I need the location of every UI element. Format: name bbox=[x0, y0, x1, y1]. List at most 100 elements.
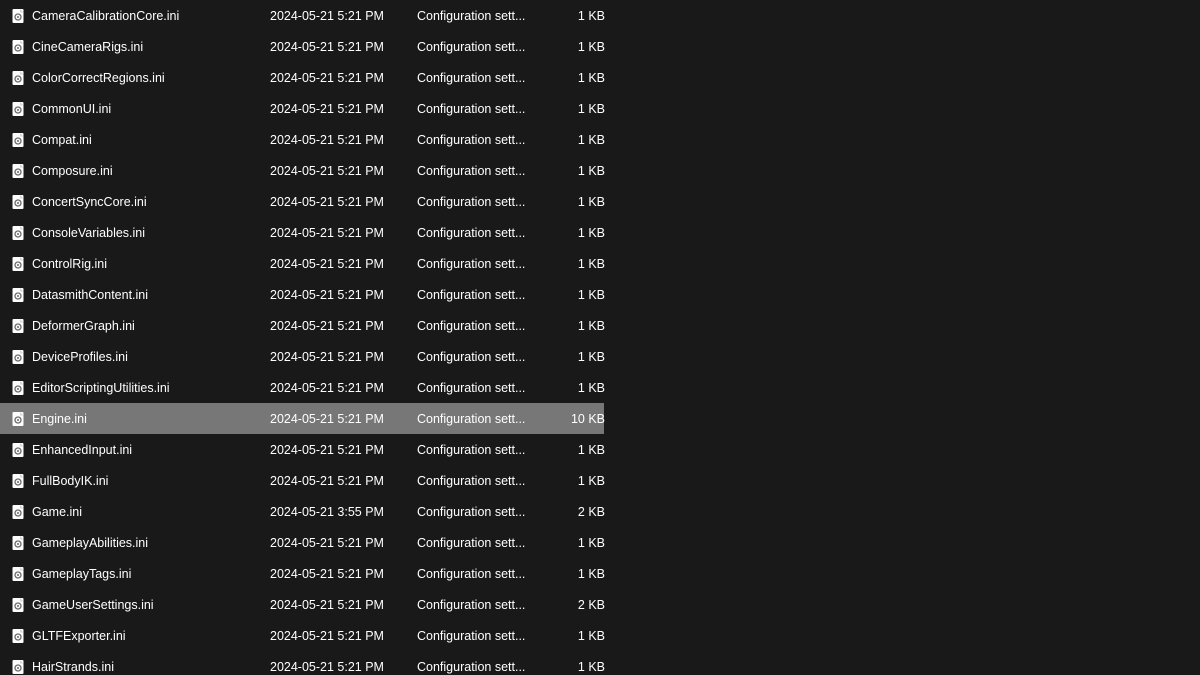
file-row[interactable]: ConcertSyncCore.ini2024-05-21 5:21 PMCon… bbox=[0, 186, 604, 217]
file-row[interactable]: Composure.ini2024-05-21 5:21 PMConfigura… bbox=[0, 155, 604, 186]
file-name: ColorCorrectRegions.ini bbox=[32, 71, 270, 85]
file-date-modified: 2024-05-21 5:21 PM bbox=[270, 319, 417, 333]
file-type: Configuration sett... bbox=[417, 226, 548, 240]
file-row[interactable]: EditorScriptingUtilities.ini2024-05-21 5… bbox=[0, 372, 604, 403]
file-row[interactable]: GameUserSettings.ini2024-05-21 5:21 PMCo… bbox=[0, 589, 604, 620]
file-size: 1 KB bbox=[548, 9, 609, 23]
ini-file-icon bbox=[10, 256, 26, 272]
file-size: 2 KB bbox=[548, 598, 609, 612]
file-name: ConsoleVariables.ini bbox=[32, 226, 270, 240]
file-name: CineCameraRigs.ini bbox=[32, 40, 270, 54]
file-type: Configuration sett... bbox=[417, 660, 548, 674]
file-name: EditorScriptingUtilities.ini bbox=[32, 381, 270, 395]
file-row[interactable]: CineCameraRigs.ini2024-05-21 5:21 PMConf… bbox=[0, 31, 604, 62]
file-type: Configuration sett... bbox=[417, 133, 548, 147]
file-row[interactable]: ControlRig.ini2024-05-21 5:21 PMConfigur… bbox=[0, 248, 604, 279]
file-size: 1 KB bbox=[548, 567, 609, 581]
file-date-modified: 2024-05-21 5:21 PM bbox=[270, 381, 417, 395]
file-name: CommonUI.ini bbox=[32, 102, 270, 116]
file-date-modified: 2024-05-21 5:21 PM bbox=[270, 412, 417, 426]
file-row[interactable]: Engine.ini2024-05-21 5:21 PMConfiguratio… bbox=[0, 403, 604, 434]
ini-file-icon bbox=[10, 380, 26, 396]
file-row[interactable]: Compat.ini2024-05-21 5:21 PMConfiguratio… bbox=[0, 124, 604, 155]
file-type: Configuration sett... bbox=[417, 567, 548, 581]
file-size: 1 KB bbox=[548, 350, 609, 364]
file-type: Configuration sett... bbox=[417, 288, 548, 302]
file-type: Configuration sett... bbox=[417, 629, 548, 643]
file-name: EnhancedInput.ini bbox=[32, 443, 270, 457]
file-type: Configuration sett... bbox=[417, 195, 548, 209]
file-name: GLTFExporter.ini bbox=[32, 629, 270, 643]
file-name: ConcertSyncCore.ini bbox=[32, 195, 270, 209]
file-row[interactable]: EnhancedInput.ini2024-05-21 5:21 PMConfi… bbox=[0, 434, 604, 465]
file-date-modified: 2024-05-21 5:21 PM bbox=[270, 288, 417, 302]
file-name: Engine.ini bbox=[32, 412, 270, 426]
file-row[interactable]: DatasmithContent.ini2024-05-21 5:21 PMCo… bbox=[0, 279, 604, 310]
file-date-modified: 2024-05-21 5:21 PM bbox=[270, 226, 417, 240]
file-row[interactable]: ConsoleVariables.ini2024-05-21 5:21 PMCo… bbox=[0, 217, 604, 248]
file-date-modified: 2024-05-21 5:21 PM bbox=[270, 164, 417, 178]
file-date-modified: 2024-05-21 5:21 PM bbox=[270, 71, 417, 85]
file-type: Configuration sett... bbox=[417, 319, 548, 333]
file-name: DeformerGraph.ini bbox=[32, 319, 270, 333]
file-date-modified: 2024-05-21 5:21 PM bbox=[270, 629, 417, 643]
file-row[interactable]: CameraCalibrationCore.ini2024-05-21 5:21… bbox=[0, 0, 604, 31]
file-row[interactable]: Game.ini2024-05-21 3:55 PMConfiguration … bbox=[0, 496, 604, 527]
file-type: Configuration sett... bbox=[417, 9, 548, 23]
file-size: 1 KB bbox=[548, 536, 609, 550]
file-row[interactable]: GameplayTags.ini2024-05-21 5:21 PMConfig… bbox=[0, 558, 604, 589]
ini-file-icon bbox=[10, 535, 26, 551]
ini-file-icon bbox=[10, 163, 26, 179]
file-date-modified: 2024-05-21 5:21 PM bbox=[270, 40, 417, 54]
file-size: 1 KB bbox=[548, 443, 609, 457]
file-date-modified: 2024-05-21 5:21 PM bbox=[270, 443, 417, 457]
file-name: FullBodyIK.ini bbox=[32, 474, 270, 488]
file-row[interactable]: ColorCorrectRegions.ini2024-05-21 5:21 P… bbox=[0, 62, 604, 93]
file-size: 1 KB bbox=[548, 195, 609, 209]
file-type: Configuration sett... bbox=[417, 164, 548, 178]
file-date-modified: 2024-05-21 5:21 PM bbox=[270, 350, 417, 364]
file-type: Configuration sett... bbox=[417, 381, 548, 395]
file-row[interactable]: CommonUI.ini2024-05-21 5:21 PMConfigurat… bbox=[0, 93, 604, 124]
ini-file-icon bbox=[10, 39, 26, 55]
ini-file-icon bbox=[10, 473, 26, 489]
file-type: Configuration sett... bbox=[417, 598, 548, 612]
ini-file-icon bbox=[10, 318, 26, 334]
file-row[interactable]: DeviceProfiles.ini2024-05-21 5:21 PMConf… bbox=[0, 341, 604, 372]
file-name: HairStrands.ini bbox=[32, 660, 270, 674]
file-row[interactable]: DeformerGraph.ini2024-05-21 5:21 PMConfi… bbox=[0, 310, 604, 341]
file-name: Compat.ini bbox=[32, 133, 270, 147]
ini-file-icon bbox=[10, 132, 26, 148]
file-row[interactable]: GLTFExporter.ini2024-05-21 5:21 PMConfig… bbox=[0, 620, 604, 651]
file-type: Configuration sett... bbox=[417, 443, 548, 457]
ini-file-icon bbox=[10, 504, 26, 520]
file-date-modified: 2024-05-21 5:21 PM bbox=[270, 598, 417, 612]
ini-file-icon bbox=[10, 101, 26, 117]
ini-file-icon bbox=[10, 597, 26, 613]
ini-file-icon bbox=[10, 194, 26, 210]
file-date-modified: 2024-05-21 5:21 PM bbox=[270, 195, 417, 209]
file-date-modified: 2024-05-21 5:21 PM bbox=[270, 536, 417, 550]
file-row[interactable]: FullBodyIK.ini2024-05-21 5:21 PMConfigur… bbox=[0, 465, 604, 496]
ini-file-icon bbox=[10, 442, 26, 458]
file-name: Game.ini bbox=[32, 505, 270, 519]
file-type: Configuration sett... bbox=[417, 350, 548, 364]
ini-file-icon bbox=[10, 70, 26, 86]
file-type: Configuration sett... bbox=[417, 536, 548, 550]
file-name: GameplayTags.ini bbox=[32, 567, 270, 581]
file-type: Configuration sett... bbox=[417, 102, 548, 116]
file-size: 1 KB bbox=[548, 133, 609, 147]
file-name: CameraCalibrationCore.ini bbox=[32, 9, 270, 23]
ini-file-icon bbox=[10, 659, 26, 675]
file-size: 1 KB bbox=[548, 660, 609, 674]
file-row[interactable]: HairStrands.ini2024-05-21 5:21 PMConfigu… bbox=[0, 651, 604, 675]
file-date-modified: 2024-05-21 5:21 PM bbox=[270, 133, 417, 147]
file-list[interactable]: CameraCalibrationCore.ini 2024-05-21 5:21… bbox=[0, 0, 604, 675]
file-row[interactable]: GameplayAbilities.ini2024-05-21 5:21 PMC… bbox=[0, 527, 604, 558]
ini-file-icon bbox=[10, 411, 26, 427]
file-size: 1 KB bbox=[548, 40, 609, 54]
file-name: DeviceProfiles.ini bbox=[32, 350, 270, 364]
file-name: ControlRig.ini bbox=[32, 257, 270, 271]
file-name: GameUserSettings.ini bbox=[32, 598, 270, 612]
file-date-modified: 2024-05-21 5:21 PM bbox=[270, 474, 417, 488]
